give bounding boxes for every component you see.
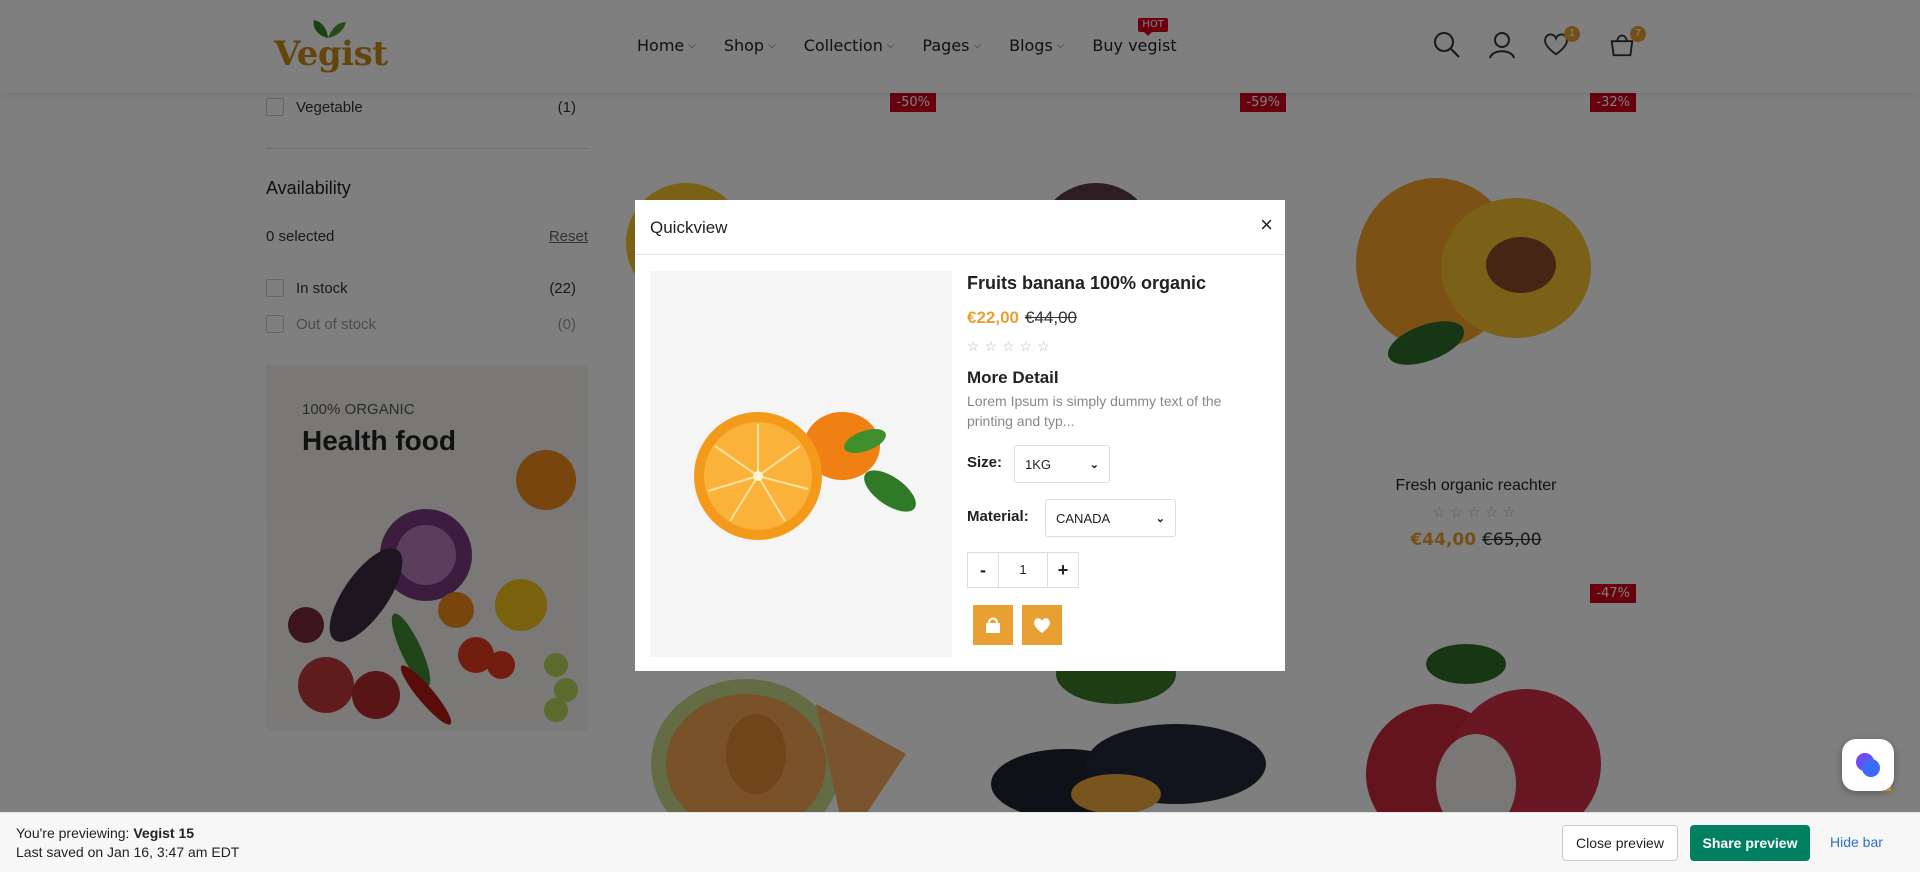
more-detail-heading: More Detail — [967, 368, 1059, 387]
close-preview-button[interactable]: Close preview — [1562, 825, 1678, 861]
product-description: Lorem Ipsum is simply dummy text of the … — [967, 393, 1222, 429]
product-title: Fruits banana 100% organic — [967, 273, 1207, 293]
heart-icon — [1034, 618, 1050, 633]
preview-prefix: You're previewing: — [16, 825, 134, 841]
preview-bar: You're previewing: Vegist 15 Last saved … — [0, 812, 1920, 872]
modal-title: Quickview — [650, 218, 728, 237]
chevron-down-icon: ⌄ — [1089, 458, 1099, 471]
size-value: 1KG — [1025, 456, 1052, 472]
quantity-stepper: - 1 + — [967, 552, 1079, 588]
qty-input[interactable]: 1 — [998, 553, 1048, 587]
hide-bar-link[interactable]: Hide bar — [1830, 834, 1883, 850]
preview-theme-line: You're previewing: Vegist 15 — [16, 825, 194, 841]
theme-name: Vegist 15 — [133, 825, 195, 841]
close-icon[interactable]: × — [1260, 214, 1273, 236]
material-select[interactable]: CANADA ⌄ — [1045, 499, 1176, 537]
size-select[interactable]: 1KG ⌄ — [1014, 445, 1110, 483]
bag-icon — [986, 617, 1000, 633]
modal-header: Quickview × — [635, 200, 1285, 255]
product-prices: €22,00 €44,00 — [967, 308, 1077, 328]
add-to-cart-button[interactable] — [973, 605, 1013, 645]
chat-logo-icon — [1853, 750, 1883, 780]
material-label: Material: — [967, 508, 1029, 525]
qty-decrease-button[interactable]: - — [968, 553, 998, 587]
add-to-wishlist-button[interactable] — [1022, 605, 1062, 645]
chat-widget-button[interactable] — [1842, 739, 1894, 791]
last-saved-text: Last saved on Jan 16, 3:47 am EDT — [16, 844, 240, 860]
size-label: Size: — [967, 454, 1003, 471]
price: €22,00 — [967, 308, 1019, 327]
material-value: CANADA — [1056, 510, 1111, 526]
share-preview-button[interactable]: Share preview — [1690, 825, 1810, 861]
product-image — [650, 271, 952, 657]
quickview-modal: Quickview × Fruits banana 100% organic €… — [635, 200, 1285, 671]
qty-increase-button[interactable]: + — [1048, 553, 1078, 587]
rating-stars: ☆☆☆☆☆ — [967, 338, 1055, 354]
old-price: €44,00 — [1025, 308, 1077, 327]
chevron-down-icon: ⌄ — [1155, 512, 1165, 525]
